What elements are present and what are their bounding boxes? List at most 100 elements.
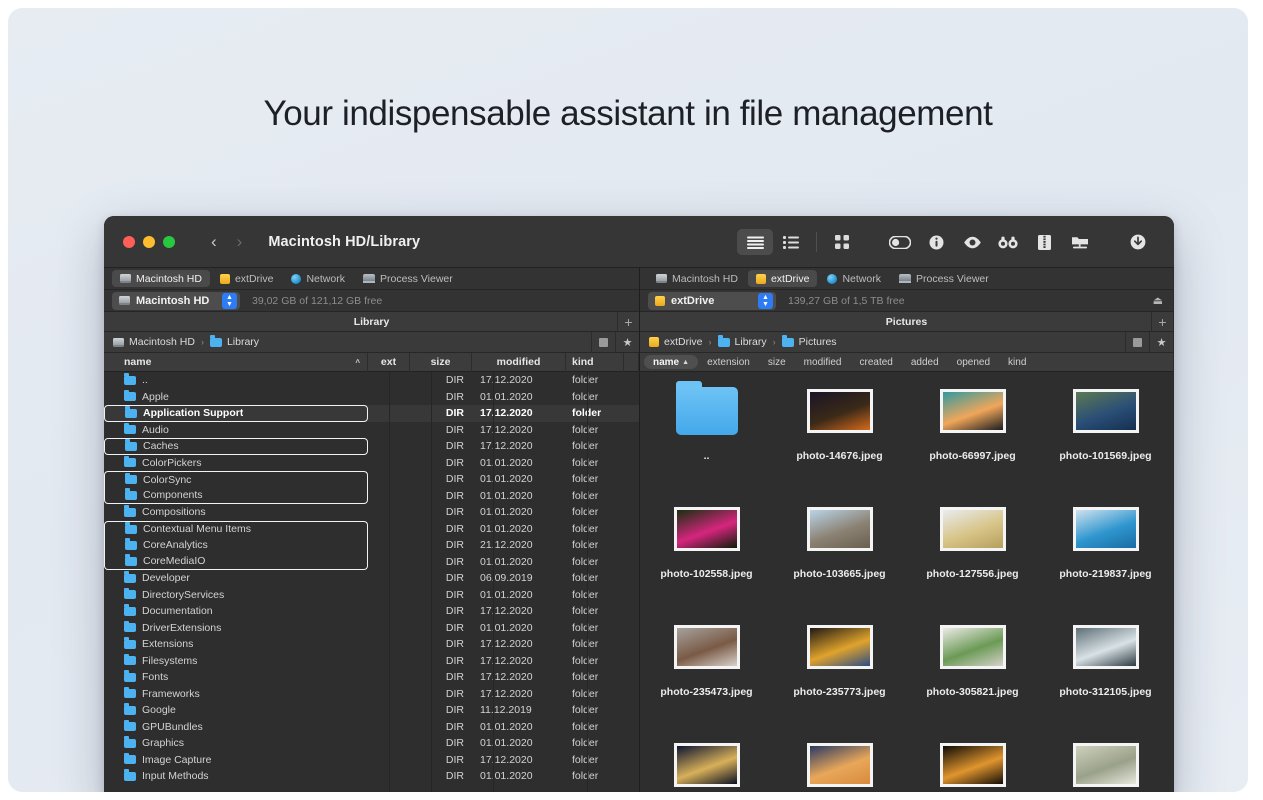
table-row[interactable]: Compositions DIR 01.01.2020 folder [104,504,639,521]
grid-item-image[interactable]: photo-127556.jpeg [906,500,1039,618]
sort-field-size[interactable]: size [759,355,795,369]
network-folder-icon[interactable] [1062,229,1098,255]
grid-item-image[interactable]: photo-331478.jpeg [906,736,1039,792]
breadcrumb-item-library[interactable]: Library [209,335,259,348]
eject-icon[interactable]: ⏏ [1153,294,1163,307]
table-row[interactable]: Documentation DIR 17.12.2020 folder [104,603,639,620]
list-view-icon[interactable] [737,229,773,255]
archive-zip-icon[interactable] [1026,229,1062,255]
table-row[interactable]: Extensions DIR 17.12.2020 folder [104,636,639,653]
sort-field-opened[interactable]: opened [948,355,999,369]
right-tab-macintosh-hd[interactable]: Macintosh HD [648,270,746,287]
sort-field-extension[interactable]: extension [698,355,759,369]
grid-item-image[interactable]: photo-320412.jpeg [773,736,906,792]
close-button[interactable] [123,235,135,248]
column-header-kind[interactable]: kind [566,352,624,372]
table-row[interactable]: Filesystems DIR 17.12.2020 folder [104,653,639,670]
grid-item-image[interactable]: photo-312105.jpeg [1039,618,1172,736]
table-row[interactable]: Audio DIR 17.12.2020 folder [104,422,639,439]
left-tab-extdrive[interactable]: extDrive [212,270,282,287]
table-row[interactable]: Image Capture DIR 17.12.2020 folder [104,752,639,769]
chevron-updown-icon[interactable]: ▲ ▼ [758,292,773,309]
table-row[interactable]: Input Methods DIR 01.01.2020 folder [104,768,639,785]
toggle-switch-icon[interactable] [882,229,918,255]
column-header-modified[interactable]: modified [472,352,566,372]
right-folder-tab-label[interactable]: Pictures [886,316,927,328]
download-icon[interactable] [1120,229,1156,255]
stop-square-button[interactable] [591,332,615,353]
grid-item-image[interactable]: photo-103665.jpeg [773,500,906,618]
table-row[interactable]: DirectoryServices DIR 01.01.2020 folder [104,587,639,604]
zoom-button[interactable] [163,235,175,248]
column-header-ext[interactable]: ext [368,352,410,372]
table-row[interactable]: Frameworks DIR 17.12.2020 folder [104,686,639,703]
left-tab-macintosh-hd[interactable]: Macintosh HD [112,270,210,287]
right-icon-view[interactable]: .. photo-14676.jpeg photo-66997.jpeg photo-… [640,372,1173,792]
grid-item-image[interactable]: photo-102558.jpeg [640,500,773,618]
grid-item-image[interactable]: photo-340166.jpeg [1039,736,1172,792]
right-tab-process-viewer[interactable]: Process Viewer [891,270,997,287]
table-row[interactable]: GPUBundles DIR 01.01.2020 folder [104,719,639,736]
grid-item-image[interactable]: photo-14676.jpeg [773,382,906,500]
table-row[interactable]: Fonts DIR 17.12.2020 folder [104,669,639,686]
grid-item-image[interactable]: photo-66997.jpeg [906,382,1039,500]
back-arrow-icon[interactable]: ‹ [211,233,217,250]
table-row[interactable]: .. DIR 17.12.2020 folder [104,372,639,389]
column-header-size[interactable]: size [410,352,472,372]
sort-field-name[interactable]: name ▲ [644,355,699,369]
table-row[interactable]: Graphics DIR 01.01.2020 folder [104,735,639,752]
search-binoculars-icon[interactable] [990,229,1026,255]
left-drive-selector[interactable]: Macintosh HD ▲ ▼ [112,291,240,310]
table-row[interactable]: DriverExtensions DIR 01.01.2020 folder [104,620,639,637]
sort-field-added[interactable]: added [902,355,948,369]
left-column-headers: name ^ ext size modified kind [104,352,639,372]
table-row[interactable]: CoreAnalytics DIR 21.12.2020 folder [104,537,639,554]
table-row[interactable]: Components DIR 01.01.2020 folder [104,487,639,504]
breadcrumb-item-extdrive[interactable]: extDrive › [649,336,713,348]
table-row[interactable]: Apple DIR 01.01.2020 folder [104,389,639,406]
breadcrumb-item-root[interactable]: Macintosh HD › [113,336,205,348]
right-tab-network[interactable]: Network [819,270,889,287]
sort-field-created[interactable]: created [850,355,901,369]
left-file-list[interactable]: .. DIR 17.12.2020 folder Apple DIR 01.01.2020 f… [104,372,639,792]
table-row[interactable]: Contextual Menu Items DIR 01.01.2020 folder [104,520,639,537]
sort-field-modified[interactable]: modified [795,355,851,369]
grid-item-image[interactable]: photo-101569.jpeg [1039,382,1172,500]
grid-item-image[interactable]: photo-235773.jpeg [773,618,906,736]
left-folder-tab-label[interactable]: Library [354,316,390,328]
left-add-tab-button[interactable]: + [617,312,639,332]
table-row[interactable]: Caches DIR 17.12.2020 folder [104,438,639,455]
chevron-updown-icon[interactable]: ▲ ▼ [222,292,237,309]
grid-item-image[interactable]: photo-235473.jpeg [640,618,773,736]
favorite-button[interactable]: ★ [1149,332,1173,353]
grid-item-image[interactable]: photo-317099.jpeg [640,736,773,792]
right-tab-extdrive[interactable]: extDrive [747,270,818,287]
table-row[interactable]: CoreMediaIO DIR 01.01.2020 folder [104,553,639,570]
minimize-button[interactable] [143,235,155,248]
column-header-name[interactable]: name ^ [104,352,368,372]
table-row[interactable]: Developer DIR 06.09.2019 folder [104,570,639,587]
left-tab-process-viewer[interactable]: Process Viewer [355,270,461,287]
grid-view-icon[interactable] [824,229,860,255]
right-sort-bar[interactable]: name ▲ extension size modified created added op… [640,353,1173,372]
preview-eye-icon[interactable] [954,229,990,255]
breadcrumb-item-library[interactable]: Library › [717,335,777,348]
table-row[interactable]: Application Support DIR 17.12.2020 folder [104,405,639,422]
table-row[interactable]: Google DIR 11.12.2019 folder [104,702,639,719]
info-icon[interactable] [918,229,954,255]
grid-item-folder[interactable]: .. [640,381,773,500]
right-drive-selector[interactable]: extDrive ▲ ▼ [648,291,776,310]
favorite-button[interactable]: ★ [615,332,639,353]
table-row[interactable]: ColorPickers DIR 01.01.2020 folder [104,455,639,472]
table-row[interactable]: ColorSync DIR 01.01.2020 folder [104,471,639,488]
right-add-tab-button[interactable]: + [1151,312,1173,332]
detail-view-icon[interactable] [773,229,809,255]
breadcrumb-item-pictures[interactable]: Pictures [781,335,837,348]
row-name: Fonts [142,671,169,684]
sort-field-kind[interactable]: kind [999,355,1035,369]
left-tab-network[interactable]: Network [283,270,353,287]
grid-item-image[interactable]: photo-219837.jpeg [1039,500,1172,618]
stop-square-button[interactable] [1125,332,1149,353]
forward-arrow-icon[interactable]: › [237,233,243,250]
grid-item-image[interactable]: photo-305821.jpeg [906,618,1039,736]
